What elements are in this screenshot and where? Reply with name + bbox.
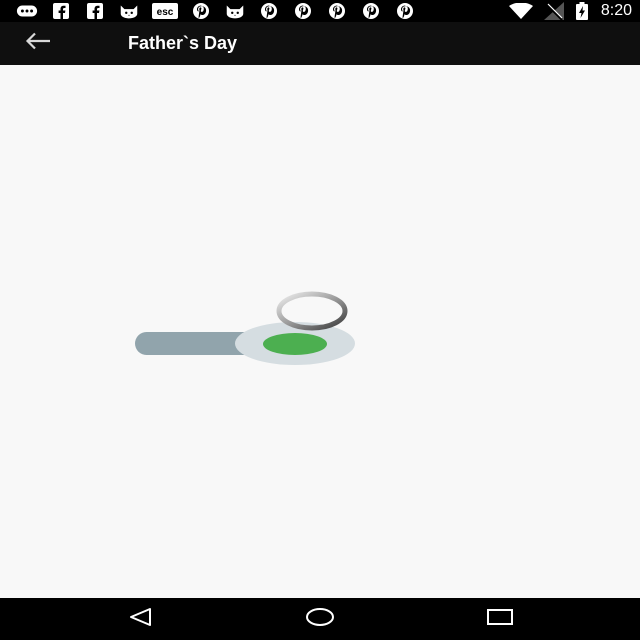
pinterest-icon <box>394 3 416 19</box>
home-circle-icon <box>305 607 335 632</box>
loading-spinner-icon <box>275 291 349 331</box>
nav-home-button[interactable] <box>288 598 352 640</box>
status-bar: esc 8:20 <box>0 0 640 22</box>
toggle-thumb <box>263 333 327 355</box>
notification-icons: esc <box>16 0 416 22</box>
toggle-switch[interactable] <box>134 291 356 367</box>
recents-square-icon <box>486 608 514 631</box>
screen: esc 8:20 Father`s Day <box>0 0 640 640</box>
signal-off-icon <box>543 2 565 20</box>
back-button[interactable] <box>0 22 76 65</box>
system-status-icons: 8:20 <box>508 0 632 22</box>
battery-charging-icon <box>575 2 589 20</box>
esc-icon: esc <box>152 3 178 19</box>
nav-recents-button[interactable] <box>468 598 532 640</box>
cat-icon <box>224 3 246 19</box>
facebook-icon <box>50 3 72 19</box>
page-title: Father`s Day <box>128 33 238 53</box>
pinterest-icon <box>190 3 212 19</box>
pinterest-icon <box>326 3 348 19</box>
back-triangle-icon <box>128 607 152 632</box>
cat-icon <box>118 3 140 19</box>
svg-text:esc: esc <box>157 7 174 18</box>
pinterest-icon <box>258 3 280 19</box>
pinterest-icon <box>360 3 382 19</box>
wifi-icon <box>508 3 533 19</box>
nav-back-button[interactable] <box>108 598 172 640</box>
app-bar: Father`s Day <box>0 22 640 65</box>
content-area <box>0 65 640 598</box>
facebook-icon <box>84 3 106 19</box>
messages-icon <box>16 3 38 19</box>
pinterest-icon <box>292 3 314 19</box>
navigation-bar <box>0 598 640 640</box>
arrow-back-icon <box>25 32 51 55</box>
status-time: 8:20 <box>600 2 632 19</box>
